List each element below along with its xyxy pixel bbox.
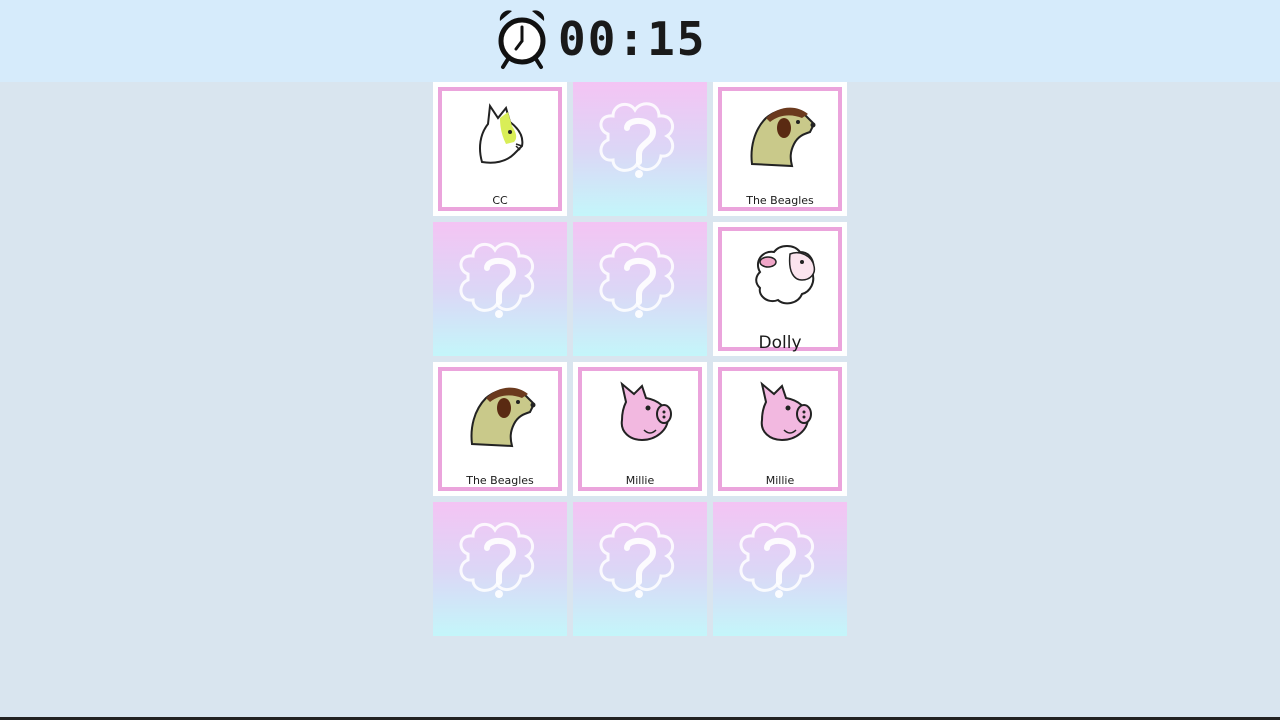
card-pig[interactable]: Millie: [573, 362, 707, 496]
dog-icon: [470, 387, 536, 448]
question-mark-cloud-icon: [599, 522, 675, 598]
pig-icon: [760, 381, 812, 442]
question-mark-cloud-icon: [459, 522, 535, 598]
sheep-icon: [755, 245, 816, 305]
card-face-down[interactable]: [573, 222, 707, 356]
timer-display: 00:15: [558, 12, 707, 66]
card-face-down[interactable]: [573, 82, 707, 216]
top-bar: 00:15: [0, 0, 1280, 82]
card-face-down[interactable]: [433, 222, 567, 356]
card-sheep[interactable]: Dolly: [713, 222, 847, 356]
timer: 00:15: [496, 6, 706, 72]
card-label: CC: [492, 194, 508, 207]
dog-icon: [750, 107, 816, 168]
question-mark-cloud-icon: [599, 102, 675, 178]
alarm-clock-icon: [498, 10, 546, 69]
cat-icon: [479, 103, 524, 164]
card-label: The Beagles: [746, 194, 814, 207]
card-cat[interactable]: CC: [433, 82, 567, 216]
question-mark-cloud-icon: [739, 522, 815, 598]
question-mark-cloud-icon: [599, 242, 675, 318]
card-label: Dolly: [758, 333, 802, 353]
card-grid: CC The Beagles Dolly The Beagles Millie Milli…: [433, 82, 847, 636]
card-face-down[interactable]: [713, 502, 847, 636]
card-label: The Beagles: [466, 474, 534, 487]
card-face-down[interactable]: [433, 502, 567, 636]
card-label: Millie: [765, 474, 795, 487]
question-mark-cloud-icon: [459, 242, 535, 318]
card-dog[interactable]: The Beagles: [713, 82, 847, 216]
card-dog[interactable]: The Beagles: [433, 362, 567, 496]
card-label: Millie: [625, 474, 655, 487]
card-pig[interactable]: Millie: [713, 362, 847, 496]
card-face-down[interactable]: [573, 502, 707, 636]
pig-icon: [620, 381, 672, 442]
